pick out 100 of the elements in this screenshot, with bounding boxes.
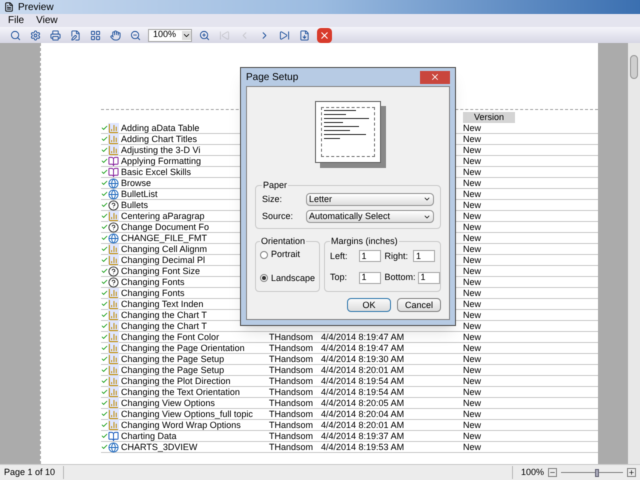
globe-icon (108, 178, 119, 188)
chart-icon (108, 122, 119, 134)
last-page-icon (279, 30, 290, 40)
input-field[interactable]: 1 (358, 272, 381, 284)
table-cell: New (463, 244, 482, 254)
table-cell: 4/4/2014 8:19:47 AM (321, 332, 404, 342)
table-cell: Changing View Options_full topic (121, 408, 253, 418)
column-header: Version (463, 112, 515, 123)
table-cell: New (463, 266, 482, 276)
zoom-out-icon (130, 30, 141, 40)
input-field[interactable]: 1 (418, 272, 440, 284)
table-cell: New (463, 354, 482, 364)
table-cell: Changing the Chart T (121, 310, 207, 320)
table-cell: CHANGE_FILE_FMT (121, 232, 208, 242)
zoom-slider[interactable] (561, 468, 623, 477)
chart-icon (108, 376, 119, 386)
table-cell: Adjusting the 3-D Vi (121, 144, 200, 154)
dropdown[interactable]: Letter (306, 192, 434, 206)
table-cell: BulletList (121, 188, 158, 198)
globe-icon (108, 442, 119, 452)
table-cell: THandsom (269, 442, 314, 452)
field-label: Size: (262, 192, 284, 206)
input-field[interactable]: 1 (413, 250, 435, 262)
table-cell: New (463, 386, 482, 396)
radio-button[interactable] (260, 274, 268, 282)
table-cell: New (463, 188, 482, 198)
table-cell: New (463, 166, 482, 176)
table-cell: Browse (121, 178, 152, 188)
help-icon (108, 200, 119, 210)
table-cell: New (463, 156, 482, 166)
chart-icon (108, 386, 119, 398)
table-cell: Change Document Fo (121, 222, 210, 232)
close-button[interactable] (317, 28, 332, 42)
table-cell: Charting Data (121, 430, 177, 440)
table-cell: Changing Text Inden (121, 298, 204, 308)
group-label: Margins (inches) (330, 234, 399, 248)
book-icon (108, 430, 119, 442)
table-cell: THandsom (269, 342, 314, 352)
table-cell: 4/4/2014 8:20:05 AM (321, 398, 404, 408)
table-cell: THandsom (269, 386, 314, 396)
table-cell: New (463, 342, 482, 352)
book-icon (108, 156, 119, 166)
menu-item[interactable]: File (8, 13, 24, 28)
table-cell: New (463, 144, 482, 154)
zoom-out-icon[interactable] (548, 468, 557, 477)
settings-button[interactable] (28, 28, 43, 42)
table-cell: Changing the Page Setup (121, 354, 224, 364)
dialog-button[interactable]: Cancel (397, 298, 441, 312)
table-cell: Changing the Page Setup (121, 364, 224, 374)
table-cell: New (463, 442, 482, 452)
table-cell: Changing the Chart T (121, 320, 207, 330)
hand-button[interactable] (108, 28, 123, 42)
dialog-button[interactable]: OK (347, 298, 391, 312)
table-cell: New (463, 398, 482, 408)
window-title: Preview (18, 0, 54, 14)
table-cell: New (463, 298, 482, 308)
group-label: Orientation (260, 234, 306, 248)
close-icon (430, 72, 440, 82)
print-icon (50, 30, 61, 40)
table-cell: THandsom (269, 420, 314, 430)
table-cell: New (463, 122, 482, 132)
close-button[interactable] (420, 70, 450, 84)
dropdown[interactable]: Automatically Select (306, 210, 434, 224)
field-label: Bottom: (384, 271, 416, 284)
chart-icon (108, 288, 119, 298)
input-field[interactable]: 1 (358, 250, 381, 262)
table-cell: 4/4/2014 8:19:54 AM (321, 376, 404, 386)
zoom-combo[interactable]: 100% (148, 28, 192, 42)
slider-thumb[interactable] (594, 468, 599, 476)
caret-icon (182, 30, 191, 40)
table-cell: Adding Chart Titles (121, 134, 198, 144)
table-cell: New (463, 222, 482, 232)
radio-option[interactable]: Portrait (260, 248, 316, 262)
table-cell: 4/4/2014 8:19:53 AM (321, 442, 404, 452)
table-cell: New (463, 210, 482, 220)
table-cell: Changing Cell Alignm (121, 244, 208, 254)
table-cell: New (463, 408, 482, 418)
zoom-in-icon[interactable] (627, 468, 636, 477)
table-cell: New (463, 276, 482, 286)
first-page-icon (219, 30, 230, 40)
table-cell: Changing View Options (121, 398, 215, 408)
table-cell: 4/4/2014 8:19:47 AM (321, 342, 404, 352)
book-icon (108, 166, 119, 178)
globe-icon (108, 232, 119, 244)
radio-option[interactable]: Landscape (260, 272, 316, 285)
table-cell: New (463, 332, 482, 342)
table-cell: THandsom (269, 354, 314, 364)
export-icon (299, 30, 310, 40)
print-button[interactable] (48, 28, 63, 42)
vertical-scrollbar[interactable] (628, 43, 640, 464)
chart-icon (108, 144, 119, 156)
radio-button[interactable] (260, 250, 268, 259)
menu-item[interactable]: View (36, 13, 58, 28)
table-cell: New (463, 320, 482, 330)
table-cell: Changing Decimal Pl (121, 254, 206, 264)
grid-icon (90, 30, 101, 40)
chart-icon (108, 254, 119, 266)
globe-icon (108, 188, 119, 200)
app-icon (4, 2, 14, 12)
chart-icon (108, 398, 119, 408)
